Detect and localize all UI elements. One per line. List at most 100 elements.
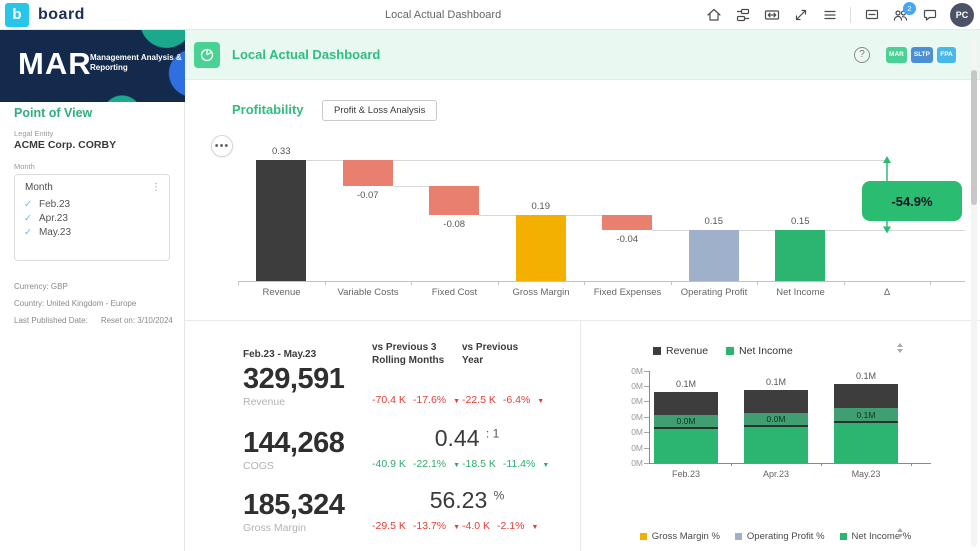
waterfall-value-label: 0.15: [765, 216, 835, 227]
kebab-menu-icon[interactable]: ⋮: [151, 182, 161, 193]
bar-net-income-segment[interactable]: [654, 429, 718, 463]
footer-chart-legend: Gross Margin %Operating Profit %Net Inco…: [611, 531, 940, 542]
menu-icon[interactable]: [821, 7, 838, 24]
variance-absolute: -22.5 K: [462, 394, 496, 406]
presentation-icon[interactable]: [734, 7, 751, 24]
bar-revenue-segment[interactable]: [834, 384, 898, 408]
waterfall-axis-tick: [757, 281, 758, 285]
logo-letter: b: [12, 6, 21, 23]
legend-item-net-income[interactable]: Net Income: [726, 345, 793, 357]
footer-scroll-spinner[interactable]: [895, 528, 905, 538]
ratio-value: 0.44: [435, 425, 486, 451]
pov-title: Point of View: [14, 106, 92, 120]
bar-net-income-segment[interactable]: [744, 427, 808, 463]
waterfall-bar-fixed-cost[interactable]: [429, 186, 479, 215]
delta-badge[interactable]: -54.9%: [862, 181, 962, 221]
waterfall-axis-tick: [411, 281, 412, 285]
topbar-actions: 2 PC: [705, 0, 974, 30]
dashboard-icon[interactable]: [194, 42, 220, 68]
app-acronym: MAR: [18, 46, 92, 82]
expand-icon[interactable]: [792, 7, 809, 24]
footer-legend-item-grossmargin[interactable]: Gross Margin %: [640, 531, 720, 542]
board-logo-icon[interactable]: b: [5, 3, 29, 27]
waterfall-bar-net-income[interactable]: [775, 230, 825, 281]
toolbar-divider: [850, 7, 851, 23]
waterfall-bar-gross-margin[interactable]: [516, 215, 566, 281]
board-wordmark: board: [38, 0, 85, 30]
legal-entity-value[interactable]: ACME Corp. CORBY: [14, 139, 116, 151]
waterfall-category-label: Fixed Expenses: [584, 287, 671, 298]
annotation-icon[interactable]: [863, 7, 880, 24]
capsule-badge-mar[interactable]: MAR: [886, 47, 907, 63]
bar-net-income-segment[interactable]: [834, 423, 898, 463]
month-option[interactable]: ✓May.23: [15, 225, 169, 239]
trend-down-icon: ▼: [453, 524, 460, 531]
help-icon[interactable]: ?: [854, 47, 870, 63]
month-option-label: May.23: [39, 227, 71, 238]
kpi-vs-rolling: -29.5 K-13.7%▼: [372, 520, 460, 532]
bar-band-segment[interactable]: 0.0M: [744, 413, 808, 425]
chat-icon[interactable]: [921, 7, 938, 24]
ratio-suffix: %: [494, 488, 505, 502]
chart-scroll-spinner[interactable]: [895, 343, 905, 353]
user-avatar[interactable]: PC: [950, 3, 974, 27]
x-axis-category-label: Feb.23: [641, 469, 731, 479]
legend-swatch: [726, 347, 734, 355]
legend-item-revenue[interactable]: Revenue: [653, 345, 708, 357]
bar-band-segment[interactable]: 0.0M: [654, 415, 718, 427]
top-bar: b board Local Actual Dashboard: [0, 0, 980, 30]
capsule-badge-sltp[interactable]: SLTP: [911, 47, 933, 63]
x-axis-tick: [911, 463, 912, 466]
home-icon[interactable]: [705, 7, 722, 24]
kpi-row-revenue: 329,591Revenue-70.4 K-17.6%▼-22.5 K-6.4%…: [185, 363, 580, 427]
waterfall-axis-tick: [325, 281, 326, 285]
month-selector-header: Month ⋮: [15, 175, 169, 197]
kpi-row-gross-margin: 185,324Gross Margin56.23 %-29.5 K-13.7%▼…: [185, 489, 580, 551]
y-axis-tick-label: 0M: [613, 412, 643, 422]
net-income-data-label: 0.1M: [834, 410, 898, 420]
trend-down-icon: ▼: [453, 398, 460, 405]
capsule-badge-fpa[interactable]: FPA: [937, 47, 956, 63]
month-selector: Month ⋮ ✓Feb.23✓Apr.23✓May.23: [14, 174, 170, 261]
trend-down-icon: ▼: [537, 398, 544, 405]
pov-sidebar: MAR Management Analysis & Reporting Poin…: [0, 30, 185, 551]
x-axis-category-label: Apr.23: [731, 469, 821, 479]
bar-revenue-segment[interactable]: [744, 390, 808, 413]
waterfall-connector: [479, 215, 516, 216]
bar-revenue-segment[interactable]: [654, 392, 718, 415]
waterfall-bar-revenue[interactable]: [256, 160, 306, 281]
ratio-value: 56.23: [430, 487, 494, 513]
board-application: b board Local Actual Dashboard: [0, 0, 980, 551]
kpi-value: 144,268: [243, 427, 344, 460]
variance-percent: -17.6%: [413, 394, 446, 406]
kpi-label: Gross Margin: [243, 522, 306, 534]
waterfall-axis-tick: [238, 281, 239, 285]
month-option[interactable]: ✓Apr.23: [15, 211, 169, 225]
revenue-data-label: 0.1M: [654, 379, 718, 389]
fit-width-icon[interactable]: [763, 7, 780, 24]
bar-band-segment[interactable]: 0.1M: [834, 408, 898, 421]
users-icon[interactable]: 2: [892, 7, 909, 24]
bar-divider-segment: [834, 421, 898, 423]
y-axis-line: [649, 371, 650, 463]
kpi-ratio: 0.44 : 1: [407, 425, 527, 452]
waterfall-bar-variable-costs[interactable]: [343, 160, 393, 186]
y-axis-tick-label: 0M: [613, 443, 643, 453]
footer-legend-item-operatingprofit[interactable]: Operating Profit %: [735, 531, 825, 542]
variance-percent: -11.4%: [503, 458, 536, 470]
month-option[interactable]: ✓Feb.23: [15, 197, 169, 211]
waterfall-category-label: Δ: [844, 287, 931, 298]
variance-percent: -2.1%: [497, 520, 524, 532]
waterfall-bar-operating-profit[interactable]: [689, 230, 739, 281]
last-published-info: Last Published Date:Reset on: 3/10/2024: [14, 316, 173, 325]
x-axis-tick: [731, 463, 732, 466]
kpi-panel: Feb.23 - May.23 vs Previous 3 Rolling Mo…: [185, 320, 580, 551]
kpi-vs-year: -18.5 K-11.4%▼: [462, 458, 549, 470]
legend-label: Net Income: [739, 345, 793, 357]
month-option-label: Feb.23: [39, 199, 70, 210]
waterfall-axis-tick: [844, 281, 845, 285]
variance-absolute: -70.4 K: [372, 394, 406, 406]
scrollbar-thumb[interactable]: [971, 70, 977, 205]
legend-label: Revenue: [666, 345, 708, 357]
waterfall-bar-fixed-expenses[interactable]: [602, 215, 652, 230]
